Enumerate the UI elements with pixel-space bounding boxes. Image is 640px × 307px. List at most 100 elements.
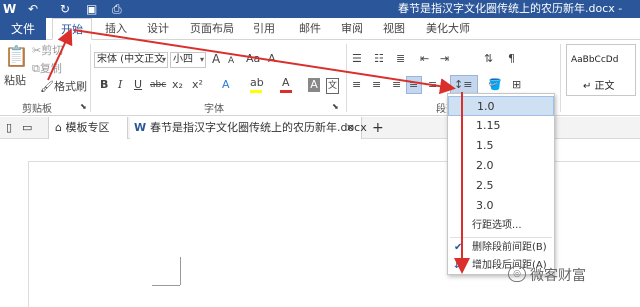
tab-template-zone[interactable]: ⌂ 模板专区 [48, 117, 128, 139]
clear-format-icon[interactable]: A [268, 52, 276, 66]
distributed-icon[interactable]: ≡ [428, 78, 437, 92]
style-sample-text: AaBbCcDd [571, 55, 619, 65]
tab-beautify-master[interactable]: 美化大师 [420, 18, 476, 40]
margin-mark [152, 285, 180, 286]
clipboard-launcher-icon[interactable]: ⬊ [80, 100, 87, 114]
shading-icon[interactable]: 🪣 [488, 78, 502, 92]
grow-font-icon[interactable]: A [212, 52, 220, 66]
menu-item-line-spacing-1-15[interactable]: 1.15 [448, 116, 554, 136]
tab-page-layout[interactable]: 页面布局 [184, 18, 240, 40]
font-group-label: 字体 [204, 104, 224, 115]
menu-item-remove-space-before[interactable]: ✔ 删除段前间距(B) [448, 238, 554, 258]
align-left-icon[interactable]: ≡ [352, 78, 361, 92]
copy-button[interactable]: ⧉复制 [32, 62, 62, 76]
separator [346, 44, 347, 112]
align-center-icon[interactable]: ≡ [372, 78, 381, 92]
wechat-icon: ◎ [508, 266, 526, 282]
show-marks-icon[interactable]: ¶ [508, 52, 515, 66]
font-size-select[interactable]: 小四 ▾ [170, 52, 206, 68]
tab-review[interactable]: 审阅 [334, 18, 370, 40]
brush-icon: 🖌 [40, 80, 54, 93]
tab-file[interactable]: 文件 [0, 18, 46, 40]
superscript-button[interactable]: x² [192, 78, 203, 92]
line-spacing-button[interactable]: ↕≡ [454, 78, 472, 92]
menu-item-line-spacing-2-0[interactable]: 2.0 [448, 156, 554, 176]
paste-button[interactable]: 粘贴 [4, 74, 26, 88]
copy-icon: ⧉ [32, 62, 40, 75]
ribbon-tab-row: 文件 开始 插入 设计 页面布局 引用 邮件 审阅 视图 美化大师 [0, 18, 640, 40]
separator [560, 44, 561, 112]
space-after-icon: ⇊ [454, 260, 463, 271]
menu-item-line-spacing-1-0[interactable]: 1.0 [448, 96, 554, 116]
folder-icon[interactable]: ▭ [22, 117, 32, 139]
multilevel-list-icon[interactable]: ≣ [396, 52, 405, 66]
style-name: ↵ 正文 [583, 81, 615, 92]
subscript-button[interactable]: x₂ [172, 78, 183, 92]
separator [90, 44, 91, 112]
italic-button[interactable]: I [118, 78, 122, 92]
print-preview-icon[interactable]: ⎙ [112, 1, 122, 17]
increase-indent-icon[interactable]: ⇥ [440, 52, 449, 66]
redo-icon[interactable]: ↻ [60, 1, 70, 17]
font-name-select[interactable]: 宋体 (中文正文 ▾ [94, 52, 168, 68]
title-bar: W ↶ ↻ ▣ ⎙ 春节是指汉字文化圈传统上的农历新年.docx - [0, 0, 640, 18]
undo-icon[interactable]: ↶ [28, 1, 38, 17]
cut-button[interactable]: ✂剪切 [32, 44, 63, 58]
font-launcher-icon[interactable]: ⬊ [332, 100, 339, 114]
add-tab-icon[interactable]: + [372, 117, 384, 139]
watermark: ◎ 微客财富 [508, 265, 586, 285]
template-tab-label: 模板专区 [65, 121, 110, 134]
highlight-color-bar [250, 90, 262, 93]
sort-icon[interactable]: ⇅ [484, 52, 493, 66]
menu-item-line-spacing-3-0[interactable]: 3.0 [448, 196, 554, 216]
tab-home[interactable]: 开始 [52, 18, 92, 40]
word-doc-icon: W [134, 121, 150, 134]
format-painter-button[interactable]: 🖌格式刷 [40, 80, 87, 94]
home-icon: ⌂ [55, 121, 66, 134]
watermark-text: 微客财富 [530, 268, 586, 284]
highlight-icon: ab [250, 76, 264, 89]
font-size-value: 小四 [173, 54, 193, 65]
enclose-char-button[interactable]: 文 [326, 78, 339, 94]
paste-icon[interactable]: 📋 [4, 44, 29, 68]
char-shading-button[interactable]: A [308, 78, 320, 92]
font-name-value: 宋体 (中文正文 [97, 54, 165, 65]
style-normal[interactable]: AaBbCcDd ↵ 正文 [566, 44, 636, 96]
checkmark-icon: ✔ [454, 242, 463, 253]
menu-item-line-spacing-options[interactable]: 行距选项... [448, 216, 554, 236]
underline-button[interactable]: U [134, 78, 142, 92]
tab-design[interactable]: 设计 [140, 18, 176, 40]
clipboard-group-label: 剪贴板 [22, 104, 52, 115]
decrease-indent-icon[interactable]: ⇤ [420, 52, 429, 66]
bullets-icon[interactable]: ☰ [352, 52, 362, 66]
tab-mailings[interactable]: 邮件 [292, 18, 328, 40]
close-tab-icon[interactable]: × [346, 117, 355, 139]
tab-document[interactable]: W 春节是指汉字文化圈传统上的农历新年.docx × [130, 117, 367, 139]
shrink-font-icon[interactable]: A [228, 54, 234, 68]
copy-label: 复制 [39, 62, 62, 75]
tab-insert[interactable]: 插入 [98, 18, 134, 40]
save-icon[interactable]: ▣ [86, 1, 97, 17]
borders-icon[interactable]: ⊞ [512, 78, 521, 92]
bold-button[interactable]: B [100, 78, 108, 92]
format-painter-label: 格式刷 [53, 80, 87, 93]
font-color-button[interactable]: A [282, 76, 290, 90]
chevron-down-icon: ▾ [161, 55, 166, 64]
strikethrough-button[interactable]: abc [150, 78, 166, 92]
menu-item-line-spacing-1-5[interactable]: 1.5 [448, 136, 554, 156]
font-color-bar [280, 90, 292, 93]
tab-references[interactable]: 引用 [246, 18, 282, 40]
text-effects-button[interactable]: A [222, 78, 230, 92]
change-case-icon[interactable]: Aa [246, 52, 260, 66]
file-icon[interactable]: ▯ [6, 117, 12, 139]
tab-view[interactable]: 视图 [376, 18, 412, 40]
numbering-icon[interactable]: ☷ [374, 52, 384, 66]
highlight-button[interactable]: ab [250, 76, 264, 90]
word-app-icon: W [3, 2, 17, 16]
cut-label: 剪切 [41, 44, 64, 57]
justify-icon[interactable]: ≡ [409, 78, 418, 92]
align-right-icon[interactable]: ≡ [392, 78, 401, 92]
menu-item-line-spacing-2-5[interactable]: 2.5 [448, 176, 554, 196]
chevron-down-icon: ▾ [199, 55, 204, 64]
remove-space-before-label: 删除段前间距(B) [472, 242, 547, 253]
